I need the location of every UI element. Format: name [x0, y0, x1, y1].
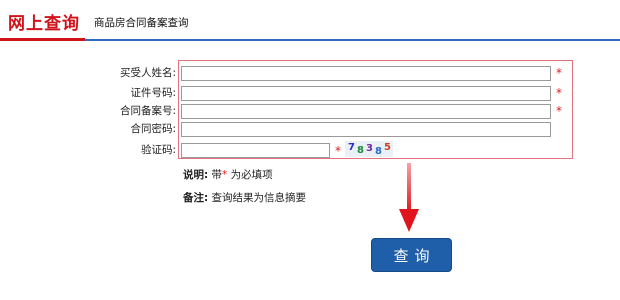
id-number-input[interactable]	[181, 86, 551, 101]
captcha-digit: 8	[375, 146, 382, 157]
page-subtitle: 商品房合同备案查询	[94, 17, 189, 29]
id-number-label: 证件号码:	[130, 87, 176, 99]
id-number-required-mark: *	[556, 86, 562, 100]
buyer-name-input[interactable]	[181, 66, 551, 81]
explanation-note: 说明: 带* 为必填项	[183, 167, 273, 182]
buyer-name-required-mark: *	[556, 66, 562, 80]
contract-record-no-input[interactable]	[181, 104, 551, 119]
header-divider-blue	[85, 39, 620, 41]
buyer-name-label: 买受人姓名:	[119, 67, 176, 79]
contract-record-no-required-mark: *	[556, 104, 562, 118]
captcha-label: 验证码:	[140, 144, 176, 156]
contract-password-label: 合同密码:	[130, 123, 176, 135]
captcha-input[interactable]	[181, 143, 330, 158]
contract-password-input[interactable]	[181, 122, 551, 137]
captcha-digit: 5	[384, 142, 391, 153]
remark-text: 查询结果为信息摘要	[211, 192, 307, 204]
query-button[interactable]: 查询	[371, 238, 452, 272]
page-title: 网上查询	[8, 14, 80, 34]
header-divider-red	[0, 38, 85, 41]
page-header: 网上查询 商品房合同备案查询	[0, 0, 620, 42]
arrow-down-icon	[399, 163, 419, 232]
contract-record-no-label: 合同备案号:	[119, 105, 176, 117]
captcha-required-mark: *	[335, 144, 341, 158]
remark-note: 备注: 查询结果为信息摘要	[183, 190, 306, 205]
captcha-image[interactable]: 7 8 3 8 5	[345, 141, 393, 157]
captcha-digit: 8	[357, 145, 364, 156]
explanation-key: 说明:	[183, 169, 209, 181]
captcha-digit: 3	[366, 143, 373, 154]
remark-key: 备注:	[183, 192, 209, 204]
explanation-suffix: 为必填项	[227, 169, 273, 181]
captcha-digit: 7	[348, 142, 355, 153]
explanation-prefix: 带	[211, 169, 223, 181]
